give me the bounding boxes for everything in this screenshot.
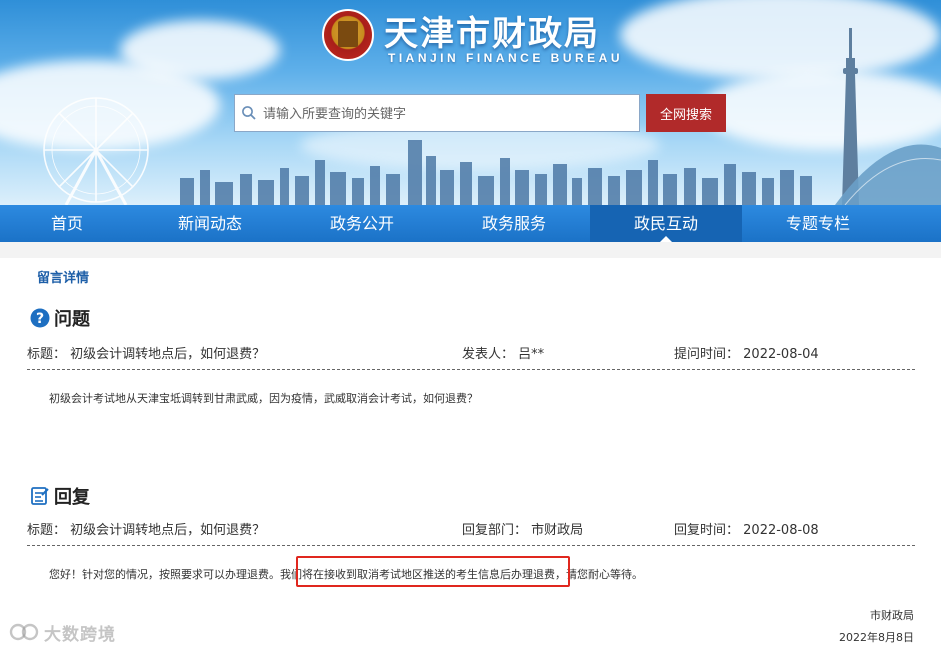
nav-item-government-affairs[interactable]: 政务公开 (286, 205, 438, 242)
poster-name: 吕** (518, 347, 545, 362)
question-heading: 问题 (54, 309, 90, 330)
search-icon (242, 106, 256, 120)
breadcrumb[interactable]: 留言详情 (37, 267, 89, 286)
divider (27, 545, 915, 546)
search-box (234, 94, 640, 133)
reply-time-row: 回复时间： 2022-08-08 (674, 519, 819, 538)
question-time-label: 提问时间： (674, 347, 740, 362)
poster-label: 发表人： (462, 347, 515, 362)
question-title-row: 标题： 初级会计调转地点后，如何退费？ (27, 343, 265, 362)
question-header: ? 问题 (30, 305, 90, 331)
highlight-box (296, 556, 570, 587)
question-time: 2022-08-04 (743, 347, 819, 362)
nav-item-home[interactable]: 首页 (0, 205, 134, 242)
bureau-emblem-icon (322, 9, 374, 61)
divider (27, 369, 915, 370)
question-title-label: 标题： (27, 347, 67, 362)
reply-time-label: 回复时间： (674, 523, 740, 538)
reply-document-icon (31, 487, 49, 505)
question-title: 初级会计调转地点后，如何退费？ (70, 347, 266, 362)
watermark-logo-icon (9, 623, 39, 641)
site-title: 天津市财政局 (384, 14, 600, 54)
reply-dept: 市财政局 (531, 523, 584, 538)
svg-text:?: ? (36, 311, 44, 327)
reply-signature-date: 2022年8月8日 (839, 631, 914, 644)
watermark-text: 大数跨境 (44, 625, 116, 645)
site-subtitle: TIANJIN FINANCE BUREAU (388, 51, 624, 65)
question-time-row: 提问时间： 2022-08-04 (674, 343, 819, 362)
nav-subbar (0, 242, 941, 258)
reply-dept-label: 回复部门： (462, 523, 528, 538)
search-button[interactable]: 全网搜索 (646, 94, 726, 132)
question-content: 初级会计考试地从天津宝坻调转到甘肃武威，因为疫情，武威取消会计考试，如何退费？ (49, 392, 478, 405)
reply-title-row: 标题： 初级会计调转地点后，如何退费？ (27, 519, 265, 538)
search-input[interactable] (261, 95, 635, 133)
reply-title-label: 标题： (27, 523, 67, 538)
question-poster-row: 发表人： 吕** (462, 343, 544, 362)
header-banner: 天津市财政局 TIANJIN FINANCE BUREAU 全网搜索 (0, 0, 941, 205)
reply-heading: 回复 (54, 487, 90, 508)
reply-header: 回复 (30, 483, 90, 509)
nav-item-topics[interactable]: 专题专栏 (742, 205, 894, 242)
question-icon: ? (30, 308, 50, 328)
main-nav: 首页 新闻动态 政务公开 政务服务 政民互动 专题专栏 (0, 205, 941, 243)
reply-signature-org: 市财政局 (870, 609, 914, 622)
nav-item-interaction[interactable]: 政民互动 (590, 205, 742, 243)
nav-item-news[interactable]: 新闻动态 (134, 205, 286, 242)
nav-item-services[interactable]: 政务服务 (438, 205, 590, 242)
reply-dept-row: 回复部门： 市财政局 (462, 519, 583, 538)
reply-title: 初级会计调转地点后，如何退费？ (70, 523, 266, 538)
reply-time: 2022-08-08 (743, 523, 819, 538)
